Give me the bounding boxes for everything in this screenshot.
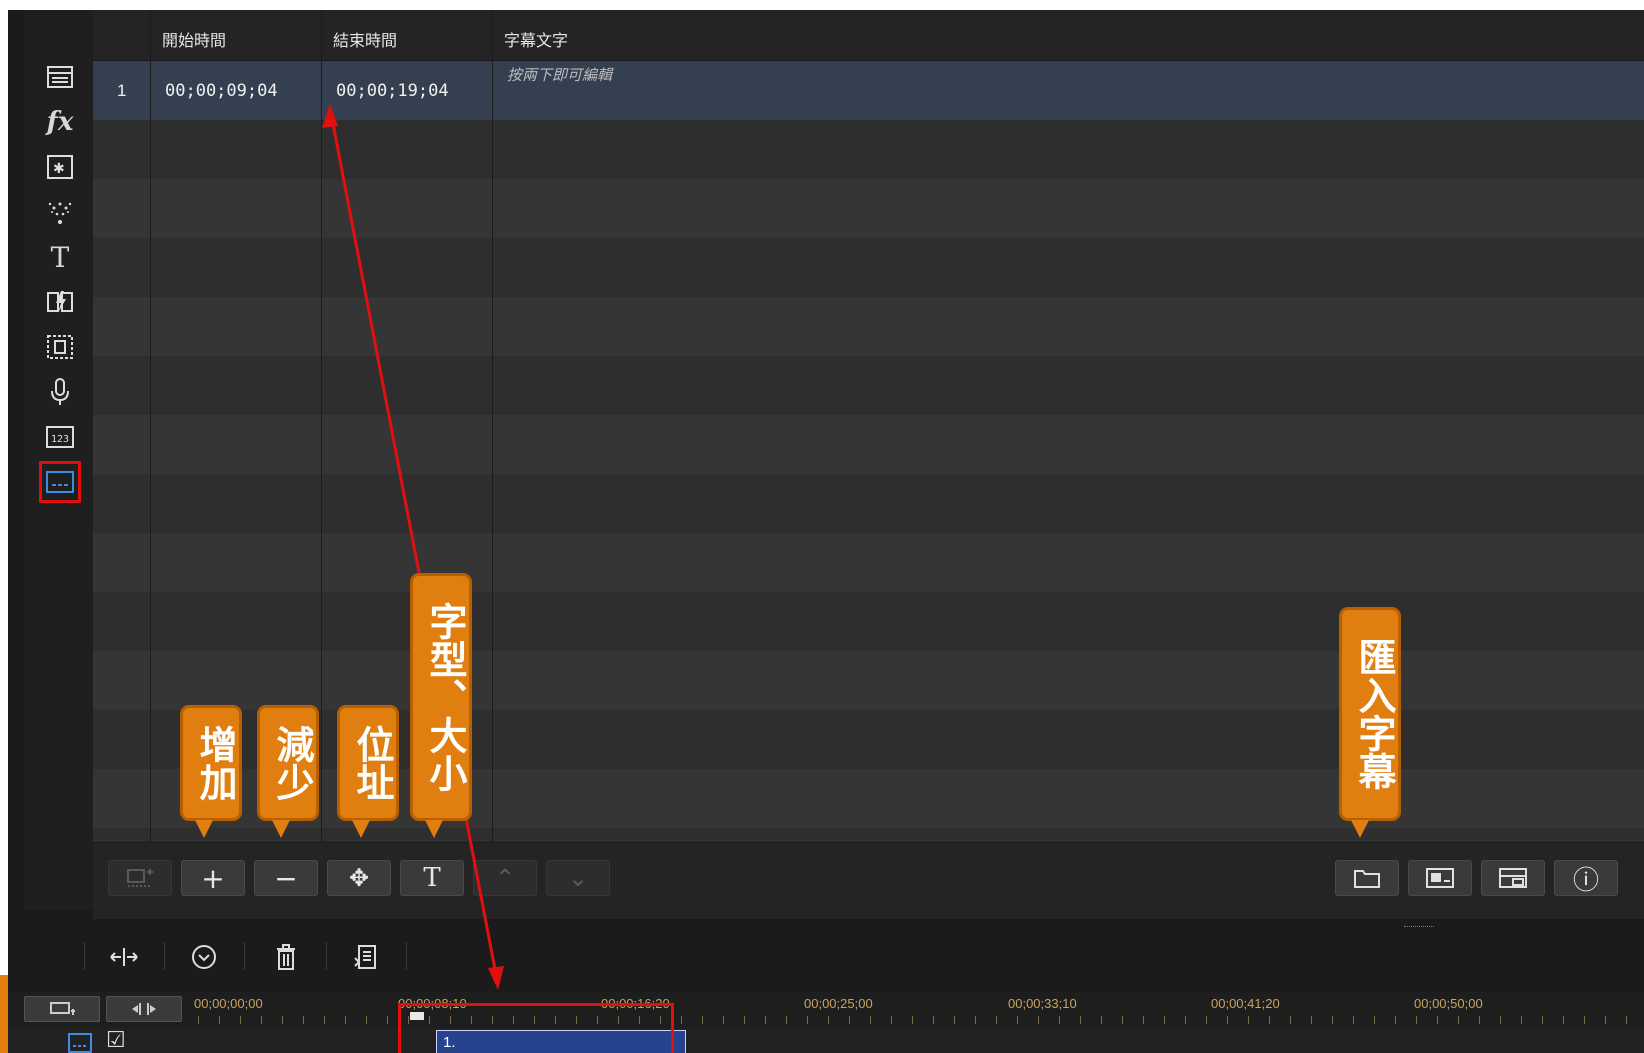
callout-tail bbox=[1351, 820, 1369, 838]
callout-add: 增加 bbox=[180, 705, 242, 821]
callout-font: 字型、大小 bbox=[410, 573, 472, 821]
callout-remove: 減少 bbox=[257, 705, 319, 821]
arrow-annotation bbox=[322, 104, 504, 990]
callout-tail bbox=[425, 820, 443, 838]
callout-tail bbox=[272, 820, 290, 838]
callout-tail bbox=[352, 820, 370, 838]
callout-position: 位址 bbox=[337, 705, 399, 821]
callout-tail bbox=[195, 820, 213, 838]
callout-import: 匯入字幕 bbox=[1339, 607, 1401, 821]
